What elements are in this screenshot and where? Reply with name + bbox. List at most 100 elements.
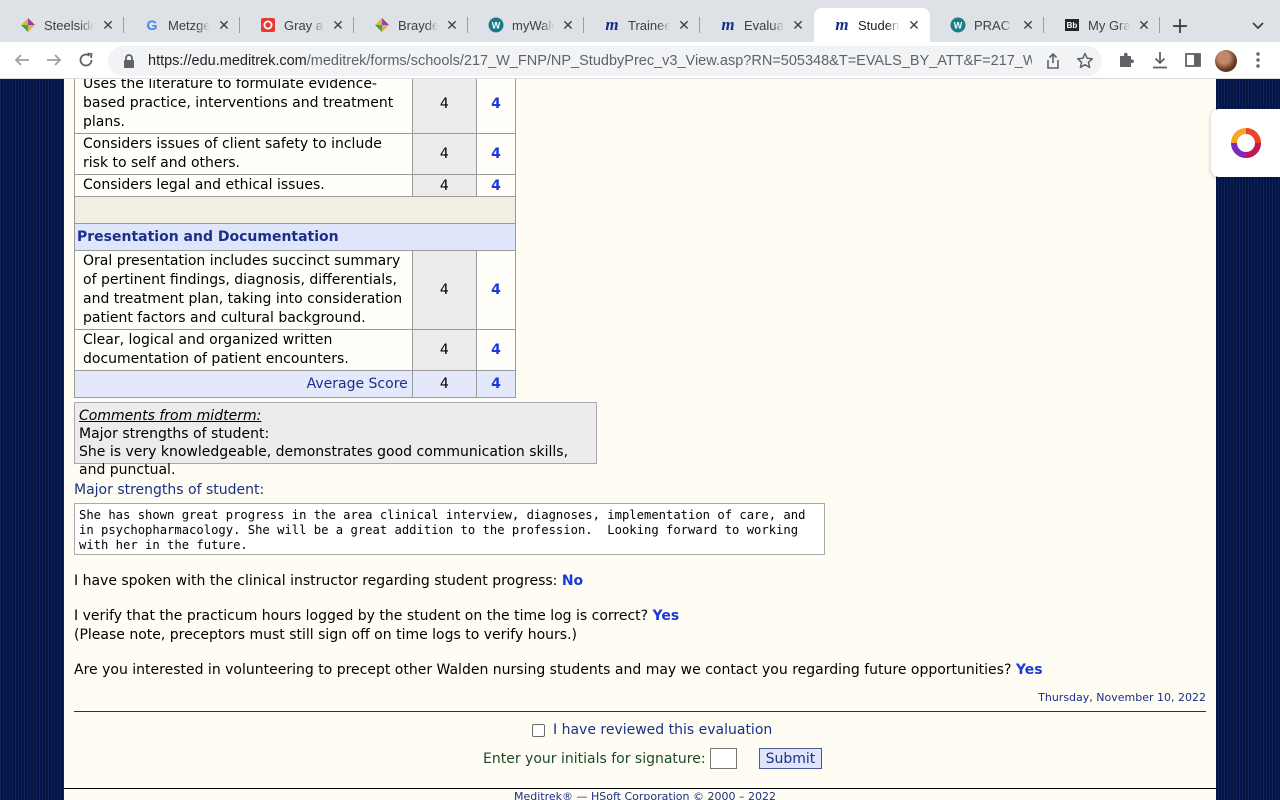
midterm-comments-title: Comments from midterm: xyxy=(79,408,262,424)
criterion-row: Considers legal and ethical issues. 4 4 xyxy=(74,174,517,197)
final-score: 4 xyxy=(475,133,517,175)
floating-widget[interactable] xyxy=(1211,109,1280,177)
submit-button[interactable]: Submit xyxy=(758,748,823,769)
midterm-score: 4 xyxy=(411,133,477,175)
midterm-score: 4 xyxy=(411,329,477,371)
ring-logo-icon[interactable] xyxy=(1229,126,1263,160)
instructor-question: I have spoken with the clinical instruct… xyxy=(74,572,583,591)
evaluation-table: Uses the literature to formulate evidenc… xyxy=(74,79,517,398)
browser-tab[interactable]: m Evaluatio ✕ xyxy=(700,8,814,42)
close-tab-icon[interactable]: ✕ xyxy=(216,17,232,33)
midterm-score: 4 xyxy=(411,174,477,197)
browser-toolbar: https://edu.meditrek.com/meditrek/forms/… xyxy=(0,42,1280,79)
final-score: 4 xyxy=(475,250,517,330)
reviewed-label[interactable]: I have reviewed this evaluation xyxy=(553,722,772,738)
close-tab-icon[interactable]: ✕ xyxy=(906,17,922,33)
meditrek-m-icon: m xyxy=(721,15,735,34)
question-text: I verify that the practicum hours logged… xyxy=(74,608,649,624)
initials-label: Enter your initials for signature: xyxy=(483,750,706,767)
midterm-comments-line: She is very knowledgeable, demonstrates … xyxy=(79,444,569,478)
address-bar[interactable]: https://edu.meditrek.com/meditrek/forms/… xyxy=(108,46,1102,76)
svg-text:W: W xyxy=(492,21,501,31)
average-score-label: Average Score xyxy=(74,370,413,398)
share-icon[interactable] xyxy=(1044,52,1062,70)
browser-tab[interactable]: Gray and ✕ xyxy=(240,8,354,42)
reviewed-checkbox[interactable] xyxy=(532,723,545,737)
footer-copyright: Meditrek® — HSoft Corporation © 2000 – 2… xyxy=(514,790,776,800)
tab-title: Gray and xyxy=(284,17,324,33)
bookmark-star-icon[interactable] xyxy=(1076,52,1094,70)
section-header-row: Presentation and Documentation xyxy=(74,223,516,251)
walden-w-icon: W xyxy=(950,17,966,33)
footer-divider xyxy=(64,788,1216,789)
criterion-text: Uses the literature to formulate evidenc… xyxy=(74,79,413,134)
criterion-row: Considers issues of client safety to inc… xyxy=(74,133,517,175)
tab-title: Metzger xyxy=(168,17,210,33)
blackboard-bb-icon: Bb xyxy=(1064,17,1080,33)
spacer-row xyxy=(74,196,516,224)
question-answer: No xyxy=(561,573,584,589)
more-menu-icon[interactable] xyxy=(1248,50,1268,70)
extensions-puzzle-icon[interactable] xyxy=(1116,50,1136,70)
tab-title: My Grad xyxy=(1088,17,1130,33)
svg-text:W: W xyxy=(954,21,963,31)
average-score-row: Average Score 4 4 xyxy=(74,370,517,398)
tab-title: Brayden xyxy=(398,17,438,33)
date-stamp: Thursday, November 10, 2022 xyxy=(1038,691,1206,704)
browser-tab[interactable]: G Metzger ✕ xyxy=(124,8,240,42)
lock-icon[interactable] xyxy=(122,53,138,69)
new-tab-button[interactable]: + xyxy=(1166,12,1194,40)
browser-tab[interactable]: Brayden ✕ xyxy=(354,8,468,42)
question-text: Are you interested in volunteering to pr… xyxy=(74,662,1012,678)
average-final-score: 4 xyxy=(475,370,517,398)
criterion-text: Considers legal and ethical issues. xyxy=(74,174,413,197)
divider xyxy=(74,711,1206,712)
strengths-label: Major strengths of student: xyxy=(74,482,265,498)
close-tab-icon[interactable]: ✕ xyxy=(444,17,460,33)
criterion-row: Oral presentation includes succinct summ… xyxy=(74,250,517,330)
tab-title: Steelside xyxy=(44,17,94,33)
close-tab-icon[interactable]: ✕ xyxy=(560,17,576,33)
meditrek-m-icon: m xyxy=(605,15,619,34)
browser-tab[interactable]: WmyWalde ✕ xyxy=(468,8,584,42)
browser-tab[interactable]: Bb My Grad ✕ xyxy=(1044,8,1160,42)
forward-arrow-icon[interactable] xyxy=(42,48,66,72)
close-tab-icon[interactable]: ✕ xyxy=(1020,17,1036,33)
criterion-text: Considers issues of client safety to inc… xyxy=(74,133,413,175)
close-tab-icon[interactable]: ✕ xyxy=(790,17,806,33)
back-arrow-icon[interactable] xyxy=(10,48,34,72)
close-tab-icon[interactable]: ✕ xyxy=(330,17,346,33)
midterm-score: 4 xyxy=(411,250,477,330)
meditrek-m-icon: m xyxy=(835,15,849,34)
final-score: 4 xyxy=(475,174,517,197)
browser-tab[interactable]: Steelside ✕ xyxy=(0,8,124,42)
volunteer-question: Are you interested in volunteering to pr… xyxy=(74,661,1043,680)
reload-icon[interactable] xyxy=(74,48,98,72)
initials-input[interactable] xyxy=(709,748,737,769)
colorful-diamond-icon xyxy=(20,17,36,33)
browser-tab[interactable]: m Trainee V ✕ xyxy=(584,8,700,42)
close-tab-icon[interactable]: ✕ xyxy=(676,17,692,33)
tab-title: Trainee V xyxy=(628,17,670,33)
midterm-comments-box: Comments from midterm: Major strengths o… xyxy=(74,402,597,478)
google-icon: G xyxy=(146,17,158,33)
browser-tab[interactable]: m Student E ✕ xyxy=(814,8,930,42)
criterion-text: Clear, logical and organized written doc… xyxy=(74,329,413,371)
final-score: 4 xyxy=(475,329,517,371)
close-tab-icon[interactable]: ✕ xyxy=(1136,17,1152,33)
question-text: I have spoken with the clinical instruct… xyxy=(74,573,558,589)
question-answer: Yes xyxy=(652,608,680,624)
review-checkbox-row[interactable]: I have reviewed this evaluation xyxy=(532,722,772,738)
close-tab-icon[interactable]: ✕ xyxy=(100,17,116,33)
url-text[interactable]: https://edu.meditrek.com/meditrek/forms/… xyxy=(148,53,1032,69)
tab-search-chevron-icon[interactable] xyxy=(1246,14,1270,38)
profile-avatar[interactable] xyxy=(1215,50,1237,72)
hours-question: I verify that the practicum hours logged… xyxy=(74,607,679,626)
side-panel-icon[interactable] xyxy=(1183,50,1203,70)
strengths-textarea[interactable]: She has shown great progress in the area… xyxy=(74,503,825,555)
browser-tab[interactable]: W PRAC 66 ✕ xyxy=(930,8,1044,42)
question-answer: Yes xyxy=(1015,662,1043,678)
criterion-text: Oral presentation includes succinct summ… xyxy=(74,250,413,330)
download-icon[interactable] xyxy=(1150,50,1170,70)
walden-w-icon: W xyxy=(488,17,504,33)
